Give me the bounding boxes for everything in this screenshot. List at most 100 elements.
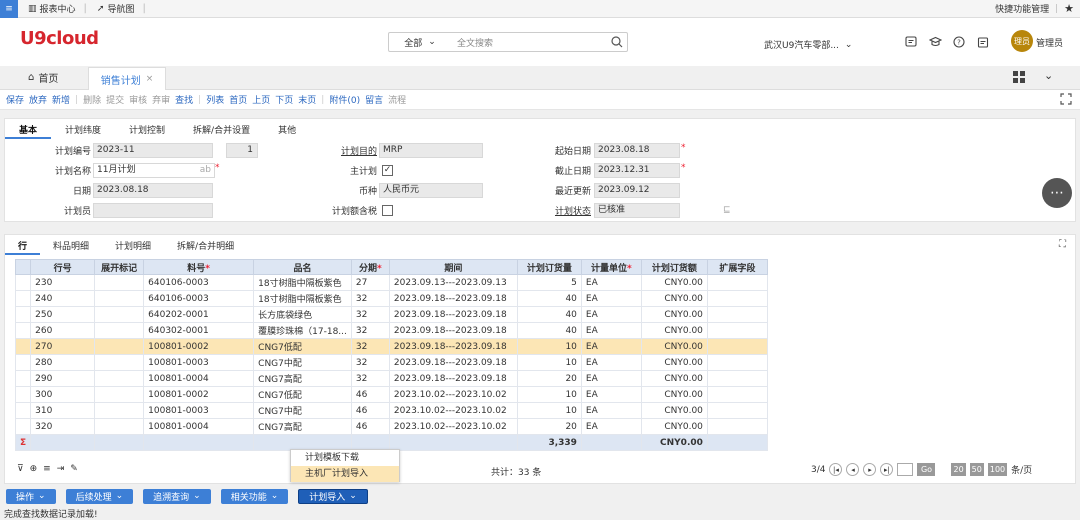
cell-period[interactable]: 46	[350, 418, 390, 435]
cell-extension[interactable]	[706, 274, 768, 291]
cell-expand[interactable]	[94, 322, 145, 339]
row-selector[interactable]	[14, 290, 32, 307]
cell-name[interactable]: CNG7中配	[253, 354, 352, 371]
toolbar-button[interactable]: 提交	[106, 93, 124, 106]
page-size-50[interactable]: 50	[969, 463, 984, 476]
cell-uom[interactable]: EA	[580, 322, 642, 339]
cell-name[interactable]: CNG7中配	[253, 402, 352, 419]
row-selector[interactable]	[14, 306, 32, 323]
cell-qty[interactable]: 5	[516, 274, 582, 291]
row-selector[interactable]	[14, 274, 32, 291]
form-tab[interactable]: 计划纬度	[51, 123, 115, 139]
toolbar-button[interactable]: 审核	[129, 93, 147, 106]
cell-name[interactable]: 长方底袋绿色	[253, 306, 352, 323]
cell-period[interactable]: 27	[350, 274, 390, 291]
cell-qty[interactable]: 20	[516, 370, 582, 387]
currency-field[interactable]: 人民币元	[379, 183, 483, 198]
search-input[interactable]: 全文搜索	[451, 36, 607, 49]
cell-item[interactable]: 640302-0001	[143, 322, 255, 339]
cell-period[interactable]: 32	[350, 290, 390, 307]
cell-period[interactable]: 32	[350, 354, 390, 371]
row-selector[interactable]	[14, 370, 32, 387]
form-tab[interactable]: 拆解/合并设置	[179, 123, 264, 139]
avatar[interactable]: 理员	[1011, 30, 1033, 52]
cell-name[interactable]: CNG7低配	[253, 338, 352, 355]
cell-period[interactable]: 46	[350, 386, 390, 403]
cell-amt[interactable]: CNY0.00	[640, 354, 708, 371]
search-box[interactable]: 全部 ⌄ 全文搜索	[388, 32, 628, 52]
toolbar-button[interactable]: 列表	[206, 93, 224, 106]
toolbar-button[interactable]: 上页	[252, 93, 270, 106]
cell-name[interactable]: CNG7高配	[253, 418, 352, 435]
table-row[interactable]: 310 100801-0003 CNG7中配 46 2023.10.02---2023.…	[14, 402, 768, 419]
cell-range[interactable]: 2023.09.18---2023.09.18	[388, 370, 518, 387]
table-row[interactable]: 230 640106-0003 18寸树脂中隔板紫色 27 2023.09.13---2…	[14, 274, 768, 291]
cell-range[interactable]: 2023.09.18---2023.09.18	[388, 322, 518, 339]
toolbar-button[interactable]: 保存	[6, 93, 24, 106]
cell-uom[interactable]: EA	[580, 386, 642, 403]
cell-name[interactable]: CNG7低配	[253, 386, 352, 403]
cell-extension[interactable]	[706, 354, 768, 371]
more-actions-icon[interactable]: ⋯	[1042, 178, 1072, 208]
table-row[interactable]: 250 640202-0001 长方底袋绿色 32 2023.09.18---2023.…	[14, 306, 768, 323]
cell-item[interactable]: 640202-0001	[143, 306, 255, 323]
row-selector[interactable]	[14, 338, 32, 355]
filter-icon[interactable]: ⊽	[17, 464, 24, 474]
cell-item[interactable]: 100801-0002	[143, 338, 255, 355]
plan-no-field[interactable]: 2023-11	[93, 143, 213, 158]
table-row[interactable]: 260 640302-0001 覆膜珍珠棉（17-18... 32 2023.09.18…	[14, 322, 768, 339]
cell-uom[interactable]: EA	[580, 354, 642, 371]
cell-item[interactable]: 100801-0004	[143, 418, 255, 435]
add-row-icon[interactable]: ⊕	[30, 464, 38, 474]
cell-range[interactable]: 2023.09.18---2023.09.18	[388, 338, 518, 355]
org-selector[interactable]: 武汉U9汽车零部... ⌄	[764, 38, 852, 52]
cell-qty[interactable]: 10	[516, 338, 582, 355]
cell-qty[interactable]: 40	[516, 322, 582, 339]
row-selector[interactable]	[14, 386, 32, 403]
row-selector[interactable]	[14, 354, 32, 371]
quick-function-manage-link[interactable]: 快捷功能管理	[995, 2, 1049, 15]
cell-name[interactable]: 18寸树脂中隔板紫色	[253, 290, 352, 307]
purpose-label[interactable]: 计划目的	[305, 144, 377, 157]
tax-included-checkbox[interactable]	[382, 205, 393, 216]
toolbar-button[interactable]: 附件(0)	[329, 93, 360, 106]
close-icon[interactable]: ×	[146, 74, 154, 84]
cell-expand[interactable]	[94, 290, 145, 307]
cell-line[interactable]: 250	[30, 306, 96, 323]
cell-item[interactable]: 100801-0003	[143, 354, 255, 371]
cell-period[interactable]: 32	[350, 322, 390, 339]
cell-period[interactable]: 32	[350, 338, 390, 355]
toolbar-button[interactable]: 首页	[229, 93, 247, 106]
report-center-link[interactable]: ▥ 报表中心	[28, 2, 76, 16]
toolbar-button[interactable]: 查找	[175, 93, 193, 106]
prev-page-icon[interactable]: ◂	[846, 463, 860, 476]
column-header[interactable]: 展开标记	[94, 259, 145, 275]
plan-name-field[interactable]: 11月计划 ab	[93, 163, 215, 178]
cell-line[interactable]: 240	[30, 290, 96, 307]
grid-tab[interactable]: 料品明细	[40, 239, 102, 255]
cell-line[interactable]: 230	[30, 274, 96, 291]
search-icon[interactable]	[607, 36, 627, 48]
cell-extension[interactable]	[706, 370, 768, 387]
status-field[interactable]: 已核准	[594, 203, 680, 218]
updated-field[interactable]: 2023.09.12	[594, 183, 680, 198]
column-header[interactable]: 期间	[388, 259, 518, 275]
insert-row-icon[interactable]: ≡	[43, 464, 51, 474]
fullscreen-icon[interactable]	[1060, 93, 1072, 108]
bottom-button[interactable]: 操作 ⌄	[6, 488, 56, 504]
cell-range[interactable]: 2023.09.18---2023.09.18	[388, 290, 518, 307]
form-tab[interactable]: 其他	[264, 123, 310, 139]
cell-range[interactable]: 2023.10.02---2023.10.02	[388, 418, 518, 435]
cell-period[interactable]: 32	[350, 306, 390, 323]
cell-qty[interactable]: 10	[516, 402, 582, 419]
cell-range[interactable]: 2023.10.02---2023.10.02	[388, 402, 518, 419]
fullscreen-icon[interactable]: ⛶	[1059, 239, 1066, 250]
cell-item[interactable]: 640106-0003	[143, 290, 255, 307]
cell-line[interactable]: 310	[30, 402, 96, 419]
username[interactable]: 管理员	[1036, 36, 1063, 49]
main-plan-checkbox[interactable]: ✓	[382, 165, 393, 176]
cell-line[interactable]: 260	[30, 322, 96, 339]
bottom-button[interactable]: 相关功能 ⌄	[220, 488, 289, 504]
cell-line[interactable]: 290	[30, 370, 96, 387]
column-header[interactable]: 计划订货量	[516, 259, 582, 275]
